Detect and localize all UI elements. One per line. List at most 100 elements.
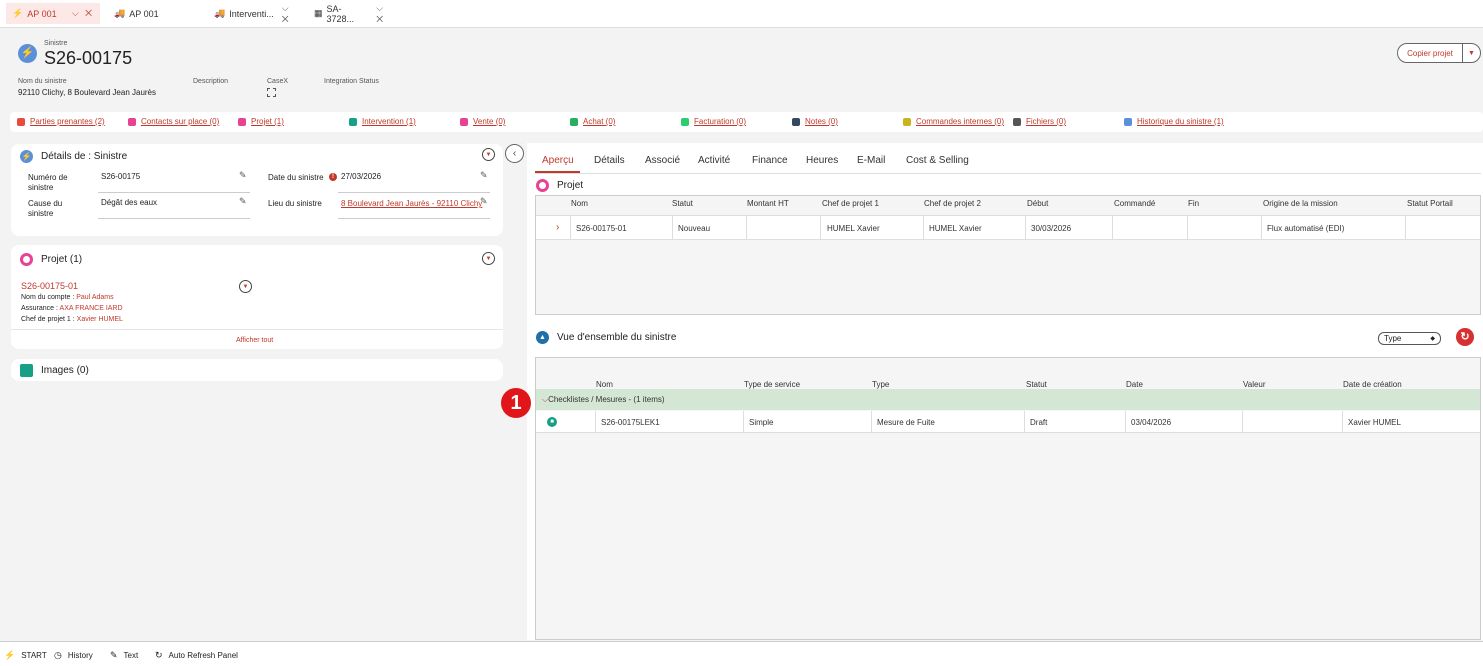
assurance-link[interactable]: AXA FRANCE IARD — [60, 305, 123, 312]
folder-icon — [238, 117, 246, 126]
tab-associe[interactable]: Associé — [645, 155, 680, 166]
invoice-icon — [681, 117, 689, 126]
col-header[interactable]: Nom — [596, 380, 613, 389]
compte-link[interactable]: Paul Adams — [76, 294, 113, 301]
col-header[interactable]: Chef de projet 2 — [924, 199, 981, 208]
link-notes[interactable]: Notes (0) — [792, 117, 838, 126]
col-sep — [1024, 411, 1025, 432]
table-row[interactable] — [536, 411, 1480, 432]
chevron-down-icon[interactable]: ▼ — [239, 280, 252, 293]
collapse-panel-button[interactable]: ‹ — [505, 144, 524, 163]
bolt-icon: ⚡ — [12, 8, 24, 18]
link-facturation[interactable]: Facturation (0) — [681, 117, 746, 126]
show-all-link[interactable]: Afficher tout — [236, 337, 273, 344]
edit-icon[interactable]: ✎ — [239, 170, 247, 181]
link-contacts-sur-place[interactable]: Contacts sur place (0) — [128, 117, 219, 126]
col-sep — [1261, 215, 1262, 239]
checklist-row-link[interactable]: S26-00175LEK1 — [601, 418, 660, 427]
bolt-icon: ⚡ — [18, 44, 37, 63]
link-commandes-internes[interactable]: Commandes internes (0) — [903, 117, 1004, 126]
overview-icon: ▲ — [536, 331, 549, 344]
chevron-right-icon[interactable]: › — [556, 222, 559, 233]
col-sep — [743, 411, 744, 432]
field-label: Integration Status — [324, 78, 379, 85]
col-header[interactable]: Date de création — [1343, 380, 1402, 389]
col-header[interactable]: Fin — [1188, 199, 1199, 208]
field-label: Description — [193, 78, 229, 85]
auto-refresh-button[interactable]: ↻ Auto Refresh Panel — [155, 650, 238, 661]
divider — [338, 192, 490, 193]
row-border — [536, 239, 1480, 240]
lieu-value-link[interactable]: 8 Boulevard Jean Jaurès - 92110 Clichy — [341, 199, 482, 208]
tab-label: AP 001 — [27, 8, 57, 19]
tab-intervention[interactable]: 🚚 Interventi... ⌵ ✕ — [208, 3, 304, 24]
tab-activite[interactable]: Activité — [698, 155, 730, 166]
col-header[interactable]: Début — [1027, 199, 1048, 208]
casex-checkbox[interactable] — [267, 88, 276, 97]
details-card-title: ⚡ Détails de : Sinistre — [20, 150, 128, 163]
chef-link[interactable]: Xavier HUMEL — [77, 316, 123, 323]
projet-item-link[interactable]: S26-00175-01 — [21, 281, 78, 291]
tab-email[interactable]: E-Mail — [857, 155, 885, 166]
link-intervention[interactable]: Intervention (1) — [349, 117, 416, 126]
col-header[interactable]: Statut — [1026, 380, 1047, 389]
col-sep — [672, 215, 673, 239]
col-header[interactable]: Statut Portail — [1407, 199, 1453, 208]
col-header[interactable]: Statut — [672, 199, 693, 208]
link-vente[interactable]: Vente (0) — [460, 117, 505, 126]
col-header[interactable]: Type de service — [744, 380, 800, 389]
tab-apercu[interactable]: Aperçu — [542, 155, 574, 166]
col-header[interactable]: Commandé — [1114, 199, 1155, 208]
link-parties-prenantes[interactable]: Parties prenantes (2) — [17, 117, 105, 126]
col-sep — [871, 411, 872, 432]
cell-type-service: Simple — [749, 418, 774, 427]
link-achat[interactable]: Achat (0) — [570, 117, 615, 126]
tab-ap001-active[interactable]: ⚡ AP 001 ⌵ ✕ — [6, 3, 100, 24]
col-header[interactable]: Origine de la mission — [1263, 199, 1338, 208]
tab-label: Interventi... — [229, 8, 274, 19]
group-row[interactable] — [536, 389, 1480, 410]
col-header[interactable]: Montant HT — [747, 199, 789, 208]
link-projet[interactable]: Projet (1) — [238, 117, 284, 126]
edit-icon[interactable]: ✎ — [239, 196, 247, 207]
col-header[interactable]: Nom — [571, 199, 588, 208]
tab-cost-selling[interactable]: Cost & Selling — [906, 155, 969, 166]
refresh-button[interactable]: ↻ — [1456, 328, 1474, 346]
divider — [11, 329, 503, 330]
link-fichiers[interactable]: Fichiers (0) — [1013, 117, 1066, 126]
group-label[interactable]: ⌵Checklistes / Mesures - (1 items) — [542, 395, 665, 405]
start-button[interactable]: ⚡ START — [4, 650, 47, 661]
folder-icon — [536, 179, 549, 192]
chevron-down-icon[interactable]: ▼ — [482, 252, 495, 265]
chevron-down-icon[interactable]: ▼ — [1463, 44, 1480, 62]
tab-controls[interactable]: ⌵ ✕ — [72, 8, 94, 19]
row-border — [536, 432, 1480, 433]
link-historique[interactable]: Historique du sinistre (1) — [1124, 117, 1224, 126]
tab-finance[interactable]: Finance — [752, 155, 788, 166]
col-header[interactable]: Chef de projet 1 — [822, 199, 879, 208]
col-header[interactable]: Valeur — [1243, 380, 1266, 389]
edit-icon[interactable]: ✎ — [480, 196, 488, 207]
col-sep — [1405, 215, 1406, 239]
tab-divider — [535, 173, 1481, 174]
cart-icon — [570, 117, 578, 126]
projet-section-title: Projet — [536, 179, 583, 192]
chevron-down-icon[interactable]: ▼ — [482, 148, 495, 161]
tab-sa3728[interactable]: ▦ SA-3728... ⌵ ✕ — [308, 3, 404, 24]
tab-controls[interactable]: ⌵ ✕ — [282, 3, 298, 25]
cell-origine: Flux automatisé (EDI) — [1267, 224, 1345, 233]
projet-row-link[interactable]: S26-00175-01 — [576, 224, 627, 233]
copy-project-button[interactable]: Copier projet ▼ — [1397, 43, 1481, 63]
type-select[interactable]: Type ◆ — [1378, 332, 1441, 345]
bolt-icon: ⚡ — [20, 150, 33, 163]
edit-icon[interactable]: ✎ — [480, 170, 488, 181]
col-header[interactable]: Type — [872, 380, 889, 389]
col-header[interactable]: Date — [1126, 380, 1143, 389]
tab-details[interactable]: Détails — [594, 155, 625, 166]
tab-controls[interactable]: ⌵ ✕ — [376, 3, 398, 25]
compte-line: Nom du compte : Paul Adams — [21, 294, 114, 301]
tab-ap001[interactable]: 🚚 AP 001 — [108, 3, 198, 24]
tab-heures[interactable]: Heures — [806, 155, 838, 166]
history-button[interactable]: ◷ History — [54, 650, 93, 661]
text-button[interactable]: ✎ Text — [110, 650, 138, 661]
